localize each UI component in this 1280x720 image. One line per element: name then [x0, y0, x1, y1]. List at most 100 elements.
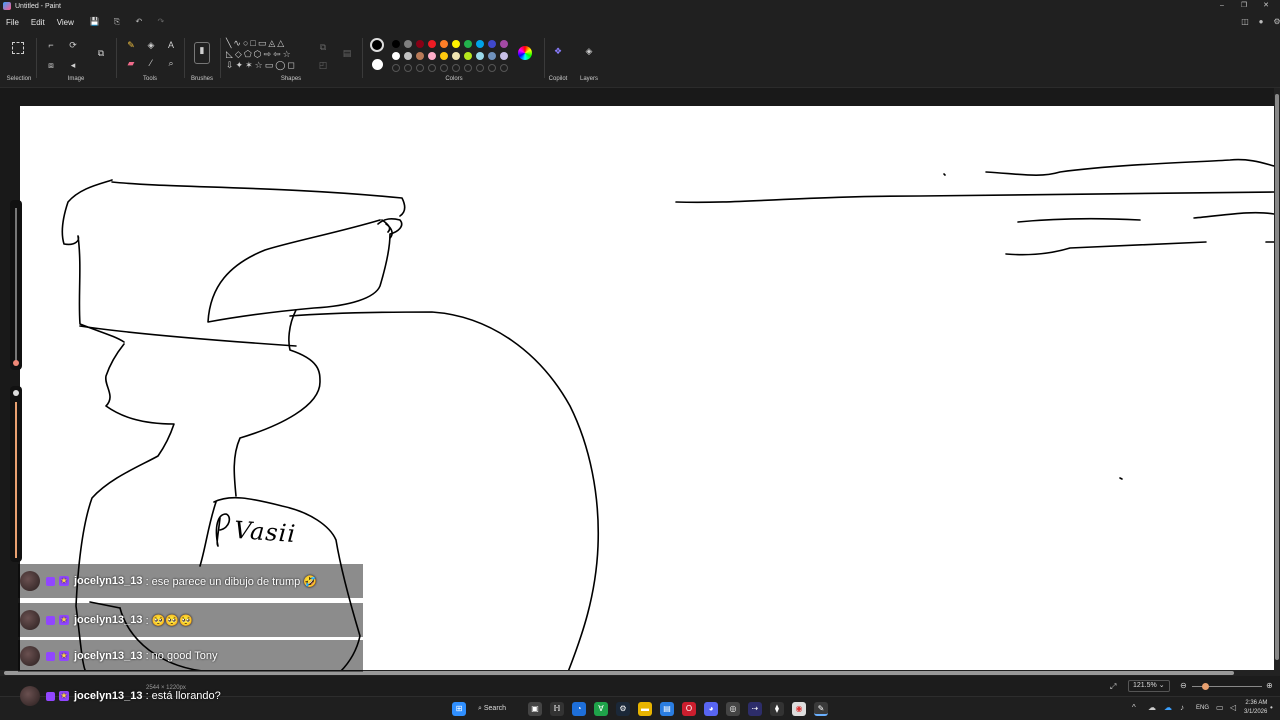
- minimize-button[interactable]: –: [1212, 0, 1232, 12]
- zoom-slider-knob[interactable]: [1202, 683, 1209, 690]
- app-icon-4[interactable]: ⇢: [748, 702, 762, 716]
- color-swatch[interactable]: [452, 52, 460, 60]
- app-icon-2[interactable]: Ɐ: [594, 702, 608, 716]
- maximize-button[interactable]: ❐: [1234, 0, 1254, 12]
- share-icon[interactable]: ⎘: [110, 16, 124, 28]
- color-swatch[interactable]: [488, 40, 496, 48]
- edge-icon[interactable]: ◔: [572, 702, 586, 716]
- menu-view[interactable]: View: [51, 18, 80, 27]
- color-swatch[interactable]: [476, 52, 484, 60]
- color-swatch[interactable]: [464, 40, 472, 48]
- brush-size-slider[interactable]: [10, 200, 22, 370]
- notification-bell-icon[interactable]: •: [1270, 703, 1273, 712]
- magnifier-icon[interactable]: ⌕: [164, 56, 178, 70]
- redo-icon[interactable]: ↷: [154, 16, 168, 28]
- menu-file[interactable]: File: [0, 18, 25, 27]
- file-explorer-icon[interactable]: ▬: [638, 702, 652, 716]
- edit-colors-icon[interactable]: [518, 46, 532, 60]
- flip-icon[interactable]: ◂: [66, 58, 80, 72]
- paint-taskbar-icon[interactable]: ✎: [814, 702, 828, 716]
- color-swatch[interactable]: [392, 40, 400, 48]
- copilot-group: ❖ Copilot: [546, 34, 570, 86]
- color-swatch[interactable]: [440, 52, 448, 60]
- account-icon[interactable]: ●: [1254, 16, 1268, 28]
- shape-fill-icon[interactable]: ◰: [316, 58, 330, 72]
- custom-color-slot[interactable]: [404, 64, 412, 72]
- tray-chevron-icon[interactable]: ^: [1132, 703, 1136, 712]
- opera-icon[interactable]: O: [682, 702, 696, 716]
- custom-color-slot[interactable]: [452, 64, 460, 72]
- color-swatch[interactable]: [404, 40, 412, 48]
- custom-color-slot[interactable]: [416, 64, 424, 72]
- secondary-color[interactable]: [372, 59, 383, 70]
- color-picker-icon[interactable]: ⁄: [144, 56, 158, 70]
- zoom-level-dropdown[interactable]: 121.5% ⌄: [1128, 680, 1170, 692]
- opacity-knob[interactable]: [13, 390, 19, 396]
- start-icon[interactable]: ⊞: [452, 702, 466, 716]
- text-icon[interactable]: A: [164, 38, 178, 52]
- resize-icon[interactable]: ⧉: [94, 46, 108, 60]
- avatar: [20, 571, 40, 591]
- undo-icon[interactable]: ↶: [132, 16, 146, 28]
- vertical-scrollbar[interactable]: [1274, 88, 1280, 670]
- color-swatch[interactable]: [404, 52, 412, 60]
- shapes-gallery[interactable]: ╲∿○□▭◬△ ◺◇⬠⬡⇨⇦☆ ⇩✦✶☆▭◯◻: [226, 38, 306, 71]
- zoom-out-icon[interactable]: ⊖: [1180, 681, 1187, 690]
- fit-to-window-icon[interactable]: ⤢: [1110, 682, 1116, 692]
- rectangle-select-icon[interactable]: [12, 42, 24, 54]
- settings-icon[interactable]: ⚙: [1270, 16, 1280, 28]
- zoom-in-icon[interactable]: ⊕: [1266, 681, 1273, 690]
- app-icon-3[interactable]: ◎: [726, 702, 740, 716]
- rotate-icon[interactable]: ⟳: [66, 38, 80, 52]
- app-icon-5[interactable]: ⧫: [770, 702, 784, 716]
- color-swatch[interactable]: [392, 52, 400, 60]
- language-indicator[interactable]: ENG: [1196, 705, 1209, 711]
- steam-icon[interactable]: ⚙: [616, 702, 630, 716]
- brush-icon[interactable]: ▮: [194, 42, 210, 64]
- notepad-icon[interactable]: ▤: [660, 702, 674, 716]
- taskbar-search[interactable]: ⌕ Search: [478, 702, 522, 716]
- custom-color-slot[interactable]: [392, 64, 400, 72]
- task-view-icon[interactable]: ▣: [528, 702, 542, 716]
- opacity-slider[interactable]: [10, 386, 22, 562]
- color-swatch[interactable]: [428, 40, 436, 48]
- custom-color-slot[interactable]: [428, 64, 436, 72]
- app-icon-1[interactable]: ℍ: [550, 702, 564, 716]
- eraser-icon[interactable]: ▰: [124, 56, 138, 70]
- primary-color[interactable]: [370, 38, 384, 52]
- color-swatch[interactable]: [428, 52, 436, 60]
- color-swatch[interactable]: [416, 52, 424, 60]
- close-button[interactable]: ✕: [1256, 0, 1276, 12]
- outline-icon[interactable]: ⧉: [316, 40, 330, 54]
- custom-color-slot[interactable]: [488, 64, 496, 72]
- chat-username: jocelyn13_13: [74, 575, 143, 587]
- fill-icon[interactable]: ◈: [144, 38, 158, 52]
- color-swatch[interactable]: [476, 40, 484, 48]
- color-swatch[interactable]: [452, 40, 460, 48]
- color-swatch[interactable]: [500, 40, 508, 48]
- notification-icon[interactable]: ◫: [1238, 16, 1252, 28]
- chat-message: ★ jocelyn13_13 : está llorando?: [18, 680, 363, 712]
- pencil-icon[interactable]: ✎: [124, 38, 138, 52]
- color-swatch[interactable]: [440, 40, 448, 48]
- color-swatch[interactable]: [464, 52, 472, 60]
- layers-icon[interactable]: ◈: [582, 44, 596, 58]
- chrome-icon[interactable]: ◉: [792, 702, 806, 716]
- custom-color-slot[interactable]: [500, 64, 508, 72]
- volume-icon[interactable]: ◁: [1230, 703, 1236, 712]
- save-icon[interactable]: 💾: [88, 16, 102, 28]
- network-icon[interactable]: ▭: [1216, 703, 1224, 712]
- copilot-icon[interactable]: ❖: [551, 44, 565, 58]
- menu-edit[interactable]: Edit: [25, 18, 51, 27]
- custom-color-slot[interactable]: [464, 64, 472, 72]
- remove-background-icon[interactable]: ⧈: [44, 58, 58, 72]
- discord-icon[interactable]: ◕: [704, 702, 718, 716]
- custom-color-slot[interactable]: [476, 64, 484, 72]
- custom-color-slot[interactable]: [440, 64, 448, 72]
- shape-options-icon[interactable]: ▤: [340, 46, 354, 60]
- color-swatch[interactable]: [416, 40, 424, 48]
- crop-icon[interactable]: ⌐: [44, 38, 58, 52]
- color-swatch[interactable]: [500, 52, 508, 60]
- clock[interactable]: 2:36 AM 3/1/2026: [1244, 699, 1267, 717]
- color-swatch[interactable]: [488, 52, 496, 60]
